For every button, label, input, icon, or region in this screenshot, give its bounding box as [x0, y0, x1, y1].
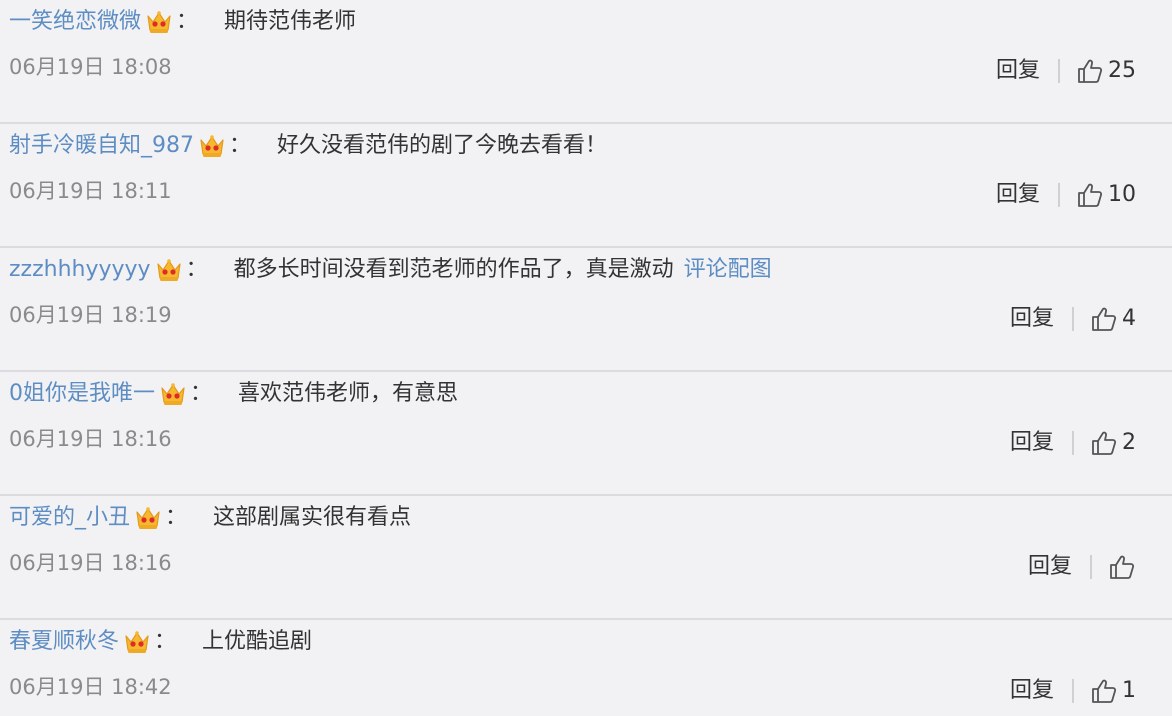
comment-image-link[interactable]: 评论配图 [684, 252, 772, 288]
comment-actions: 回复 4 [1010, 300, 1136, 338]
username-link[interactable]: 射手冷暖自知_987 [9, 128, 194, 164]
reply-button[interactable]: 回复 [996, 180, 1040, 210]
reply-button[interactable]: 回复 [1010, 304, 1054, 334]
comment-item: 射手冷暖自知_987 ： 好久没看范伟的剧了今晚去看看！ 06月19日 18:11 回复… [0, 124, 1172, 248]
like-count: 2 [1122, 430, 1136, 455]
comment-line: 可爱的_小丑 ： 这部剧属实很有看点 [9, 500, 411, 536]
thumbs-up-icon[interactable] [1076, 181, 1104, 209]
comment-timestamp: 06月19日 18:08 [9, 55, 172, 79]
username-link[interactable]: 可爱的_小丑 [9, 500, 130, 536]
comment-text: 都多长时间没看到范老师的作品了，真是激动 [233, 257, 674, 282]
comment-text: 上优酷追剧 [202, 629, 313, 654]
comment-line: zzzhhhyyyyy ： 都多长时间没看到范老师的作品了，真是激动 评论配图 [9, 252, 772, 288]
like-count: 10 [1108, 182, 1136, 207]
action-divider [1090, 555, 1092, 579]
comment-actions: 回复 25 [996, 52, 1136, 90]
comment-line: 射手冷暖自知_987 ： 好久没看范伟的剧了今晚去看看！ [9, 128, 607, 164]
reply-button[interactable]: 回复 [996, 56, 1040, 86]
comment-actions: 回复 2 [1010, 424, 1136, 462]
reply-button[interactable]: 回复 [1010, 676, 1054, 706]
colon: ： [165, 505, 188, 530]
thumbs-up-icon[interactable] [1076, 57, 1104, 85]
thumbs-up-icon[interactable] [1090, 677, 1118, 705]
comment-timestamp: 06月19日 18:16 [9, 551, 172, 575]
comment-line: 春夏顺秋冬 ： 上优酷追剧 [9, 624, 312, 660]
like-count: 4 [1122, 306, 1136, 331]
comment-text: 喜欢范伟老师，有意思 [238, 381, 459, 406]
comment-list: 一笑绝恋微微 ： 期待范伟老师 06月19日 18:08 回复 25 射手冷暖自知_987 ：… [0, 0, 1172, 716]
username-link[interactable]: 0姐你是我唯一 [9, 376, 155, 412]
comment-line: 0姐你是我唯一 ： 喜欢范伟老师，有意思 [9, 376, 458, 412]
crown-icon [144, 7, 174, 37]
like-count: 1 [1122, 678, 1136, 703]
action-divider [1058, 183, 1060, 207]
colon: ： [176, 9, 199, 34]
comment-item: 一笑绝恋微微 ： 期待范伟老师 06月19日 18:08 回复 25 [0, 0, 1172, 124]
thumbs-up-icon[interactable] [1090, 305, 1118, 333]
colon: ： [229, 133, 252, 158]
comment-actions: 回复 1 [1010, 672, 1136, 710]
reply-button[interactable]: 回复 [1010, 428, 1054, 458]
like-count: 25 [1108, 58, 1136, 83]
colon: ： [185, 257, 208, 282]
comment-item: 可爱的_小丑 ： 这部剧属实很有看点 06月19日 18:16 回复 [0, 496, 1172, 620]
comment-timestamp: 06月19日 18:19 [9, 303, 172, 327]
crown-icon [158, 379, 188, 409]
colon: ： [190, 381, 213, 406]
crown-icon [133, 503, 163, 533]
comment-text: 好久没看范伟的剧了今晚去看看！ [277, 133, 608, 158]
crown-icon [122, 627, 152, 657]
comment-timestamp: 06月19日 18:11 [9, 179, 172, 203]
action-divider [1072, 679, 1074, 703]
comment-text: 这部剧属实很有看点 [213, 505, 412, 530]
comment-actions: 回复 [1028, 548, 1136, 586]
username-link[interactable]: 春夏顺秋冬 [9, 624, 119, 660]
action-divider [1058, 59, 1060, 83]
comment-timestamp: 06月19日 18:16 [9, 427, 172, 451]
colon: ： [154, 629, 177, 654]
username-link[interactable]: 一笑绝恋微微 [9, 4, 141, 40]
comment-item: zzzhhhyyyyy ： 都多长时间没看到范老师的作品了，真是激动 评论配图 06月1… [0, 248, 1172, 372]
comment-timestamp: 06月19日 18:42 [9, 675, 172, 699]
comment-item: 春夏顺秋冬 ： 上优酷追剧 06月19日 18:42 回复 1 [0, 620, 1172, 716]
crown-icon [154, 255, 184, 285]
comment-item: 0姐你是我唯一 ： 喜欢范伟老师，有意思 06月19日 18:16 回复 2 [0, 372, 1172, 496]
reply-button[interactable]: 回复 [1028, 552, 1072, 582]
comment-actions: 回复 10 [996, 176, 1136, 214]
comment-text: 期待范伟老师 [224, 9, 357, 34]
thumbs-up-icon[interactable] [1090, 429, 1118, 457]
thumbs-up-icon[interactable] [1108, 553, 1136, 581]
action-divider [1072, 431, 1074, 455]
comment-line: 一笑绝恋微微 ： 期待范伟老师 [9, 4, 356, 40]
username-link[interactable]: zzzhhhyyyyy [9, 252, 151, 288]
action-divider [1072, 307, 1074, 331]
crown-icon [197, 131, 227, 161]
